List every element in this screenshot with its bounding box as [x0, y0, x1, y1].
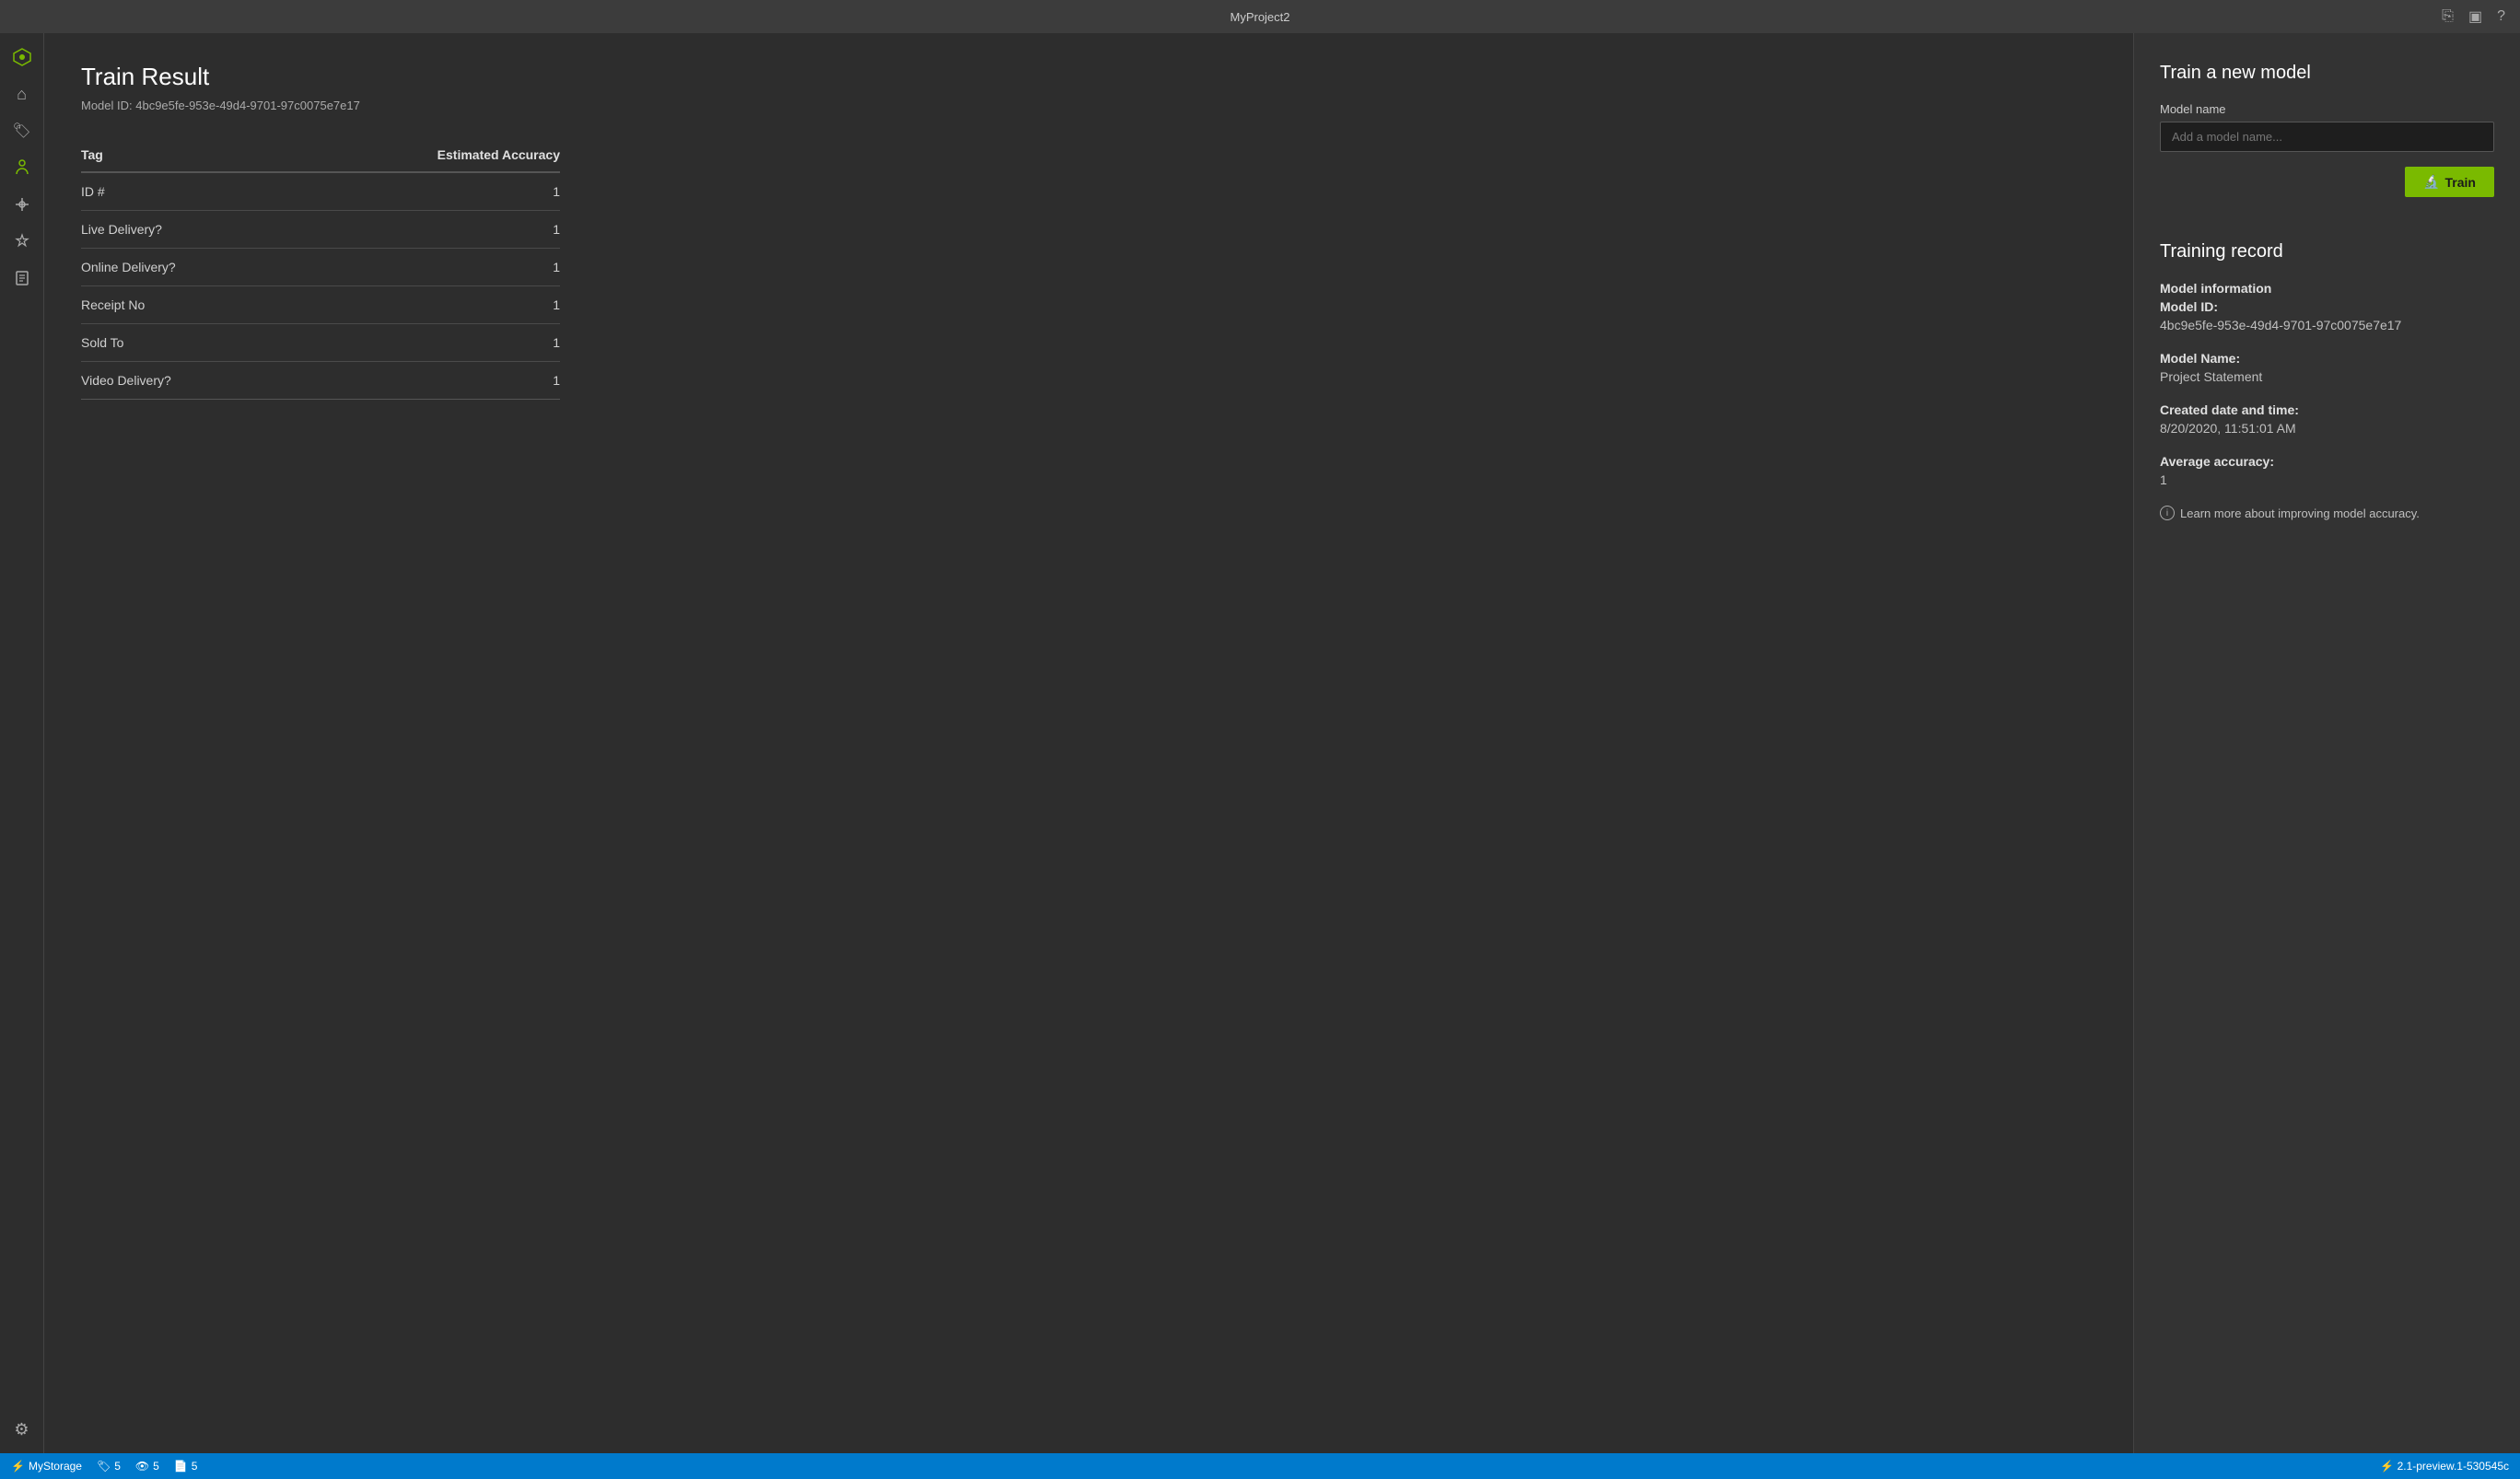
sidebar: ⌂ 🏷 ⚙ — [0, 33, 44, 1453]
statusbar-version: ⚡ 2.1-preview.1-530545c — [2380, 1460, 2509, 1473]
tag-cell: Video Delivery? — [81, 362, 289, 400]
statusbar-storage: ⚡ MyStorage — [11, 1460, 82, 1473]
table-row: Live Delivery? 1 — [81, 211, 560, 249]
table-row: Video Delivery? 1 — [81, 362, 560, 400]
tag-cell: Online Delivery? — [81, 249, 289, 286]
tag-icon: 🏷 — [97, 1460, 111, 1473]
col-tag: Tag — [81, 138, 289, 172]
share-icon[interactable]: ⎘ — [2442, 8, 2454, 25]
accuracy-cell: 1 — [289, 324, 560, 362]
model-name-value: Project Statement — [2160, 369, 2494, 384]
sidebar-item-tag[interactable]: 🏷 — [6, 114, 39, 147]
help-icon[interactable]: ? — [2497, 8, 2505, 25]
model-info-title: Model information — [2160, 281, 2494, 296]
titlebar-actions: ⎘ ▣ ? — [2442, 7, 2505, 26]
tag-cell: ID # — [81, 172, 289, 211]
statusbar: ⚡ MyStorage 🏷 5 👁 5 📄 5 ⚡ 2.1-preview.1-… — [0, 1453, 2520, 1479]
sidebar-item-home[interactable]: ⌂ — [6, 77, 39, 111]
table-row: ID # 1 — [81, 172, 560, 211]
accuracy-cell: 1 — [289, 249, 560, 286]
sidebar-item-docs[interactable] — [6, 262, 39, 295]
eye-icon: 👁 — [135, 1460, 149, 1473]
learn-more-link[interactable]: i Learn more about improving model accur… — [2160, 506, 2494, 520]
model-name-input[interactable] — [2160, 122, 2494, 152]
info-icon: i — [2160, 506, 2175, 520]
sidebar-item-train[interactable] — [6, 151, 39, 184]
sidebar-logo[interactable] — [6, 41, 39, 74]
col-accuracy: Estimated Accuracy — [289, 138, 560, 172]
learn-more-text: Learn more about improving model accurac… — [2180, 507, 2420, 520]
tag-cell: Live Delivery? — [81, 211, 289, 249]
created-block: Created date and time: 8/20/2020, 11:51:… — [2160, 402, 2494, 436]
statusbar-tags: 🏷 5 — [97, 1460, 121, 1473]
statusbar-connections: 👁 5 — [135, 1460, 159, 1473]
statusbar-docs: 📄 5 — [174, 1460, 198, 1473]
sidebar-item-connections[interactable] — [6, 188, 39, 221]
train-icon: 🔬 — [2423, 174, 2439, 190]
model-id-display: Model ID: 4bc9e5fe-953e-49d4-9701-97c007… — [81, 99, 2096, 112]
created-key: Created date and time: — [2160, 402, 2494, 417]
content-area: Train Result Model ID: 4bc9e5fe-953e-49d… — [44, 33, 2520, 1453]
tag-cell: Receipt No — [81, 286, 289, 324]
right-panel: Train a new model Model name 🔬 Train Tra… — [2133, 33, 2520, 1453]
model-name-key: Model Name: — [2160, 351, 2494, 366]
app-title: MyProject2 — [1230, 10, 1289, 24]
model-name-label: Model name — [2160, 102, 2494, 116]
layout-icon[interactable]: ▣ — [2468, 7, 2482, 26]
tag-cell: Sold To — [81, 324, 289, 362]
new-model-title: Train a new model — [2160, 63, 2494, 84]
avg-accuracy-value: 1 — [2160, 472, 2494, 487]
model-id-block: Model ID: 4bc9e5fe-953e-49d4-9701-97c007… — [2160, 299, 2494, 332]
model-name-block: Model Name: Project Statement — [2160, 351, 2494, 384]
file-icon: 📄 — [174, 1460, 188, 1473]
statusbar-left: ⚡ MyStorage 🏷 5 👁 5 📄 5 — [11, 1460, 2365, 1473]
table-row: Online Delivery? 1 — [81, 249, 560, 286]
created-value: 8/20/2020, 11:51:01 AM — [2160, 421, 2494, 436]
model-id-value: 4bc9e5fe-953e-49d4-9701-97c0075e7e17 — [2160, 318, 2494, 332]
avg-accuracy-key: Average accuracy: — [2160, 454, 2494, 469]
accuracy-cell: 1 — [289, 286, 560, 324]
titlebar: MyProject2 ⎘ ▣ ? — [0, 0, 2520, 33]
model-id-key: Model ID: — [2160, 299, 2494, 314]
storage-icon: ⚡ — [11, 1460, 25, 1473]
accuracy-cell: 1 — [289, 172, 560, 211]
accuracy-cell: 1 — [289, 362, 560, 400]
table-row: Sold To 1 — [81, 324, 560, 362]
training-record-title: Training record — [2160, 241, 2494, 262]
train-button[interactable]: 🔬 Train — [2405, 167, 2494, 197]
avg-accuracy-block: Average accuracy: 1 — [2160, 454, 2494, 487]
training-record-section: Training record Model information Model … — [2160, 241, 2494, 520]
sidebar-item-active-learning[interactable] — [6, 225, 39, 258]
results-table: Tag Estimated Accuracy ID # 1 Live Deliv… — [81, 138, 560, 400]
app-body: ⌂ 🏷 ⚙ — [0, 33, 2520, 1453]
page-title: Train Result — [81, 63, 2096, 91]
sidebar-item-settings[interactable]: ⚙ — [6, 1413, 39, 1446]
version-icon: ⚡ — [2380, 1460, 2394, 1473]
accuracy-cell: 1 — [289, 211, 560, 249]
main-panel: Train Result Model ID: 4bc9e5fe-953e-49d… — [44, 33, 2133, 1453]
table-row: Receipt No 1 — [81, 286, 560, 324]
